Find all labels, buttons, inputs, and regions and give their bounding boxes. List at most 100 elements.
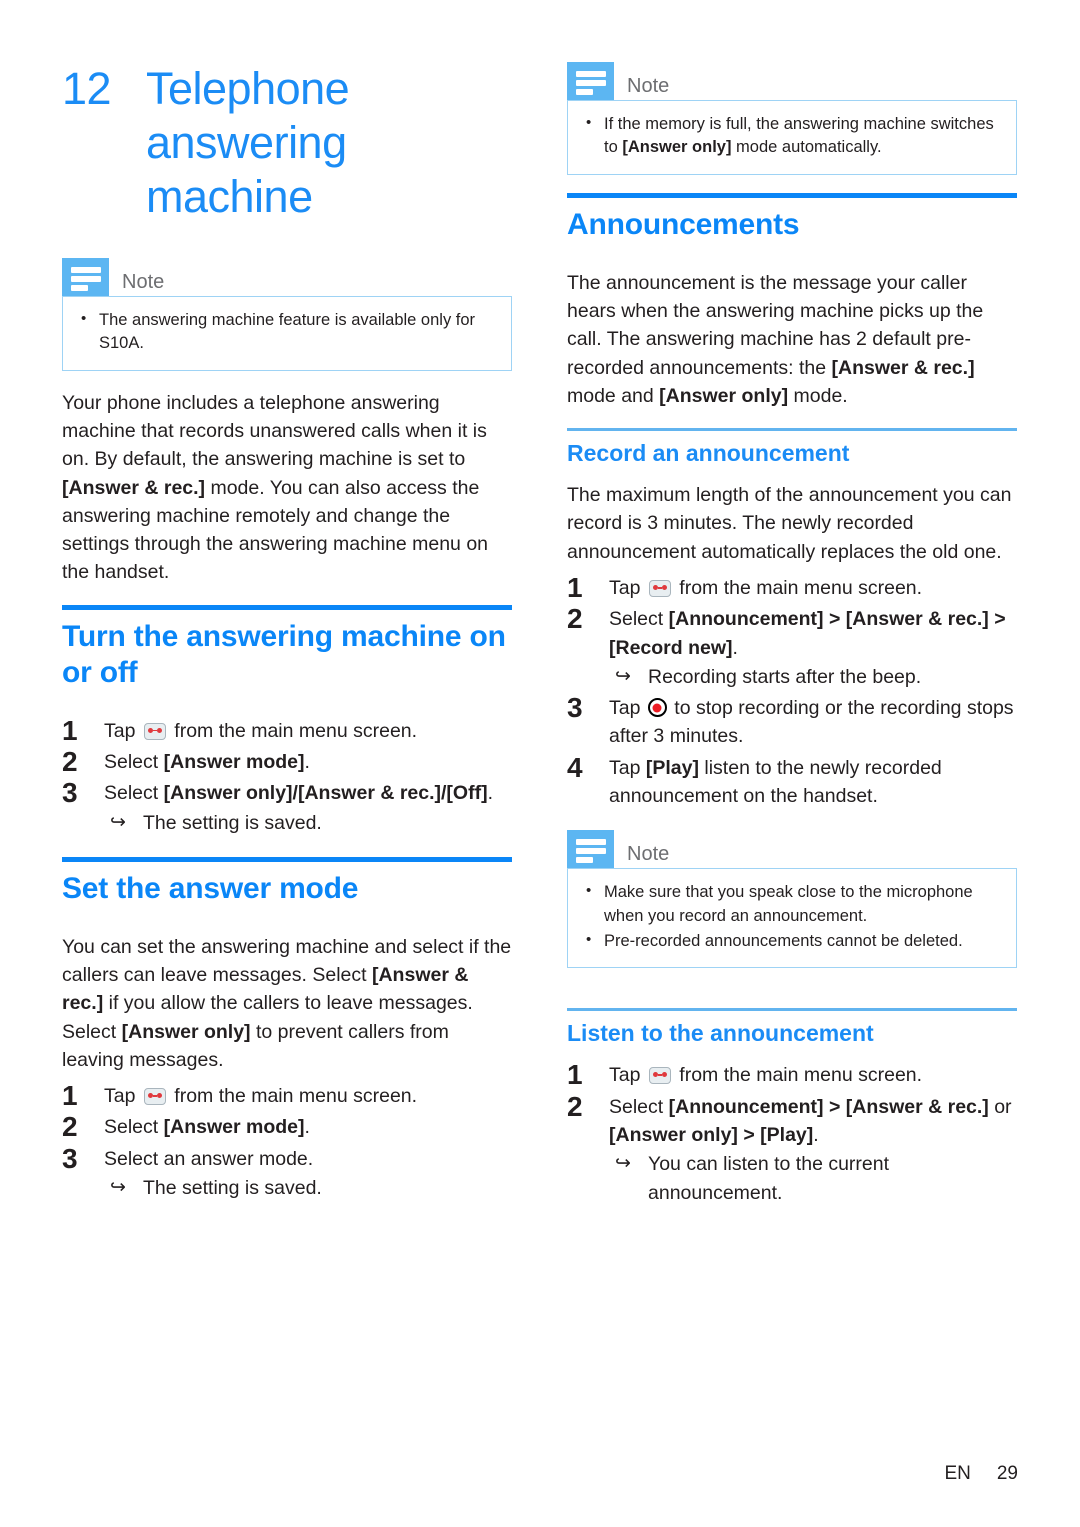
step-item: 3 Select an answer mode. ↪ The setting is… [62, 1142, 512, 1203]
step-substep: ↪ The setting is saved. [104, 1174, 512, 1202]
answering-machine-icon [648, 1067, 671, 1085]
note-body: The answering machine feature is availab… [62, 296, 512, 371]
announcements-bold-2: [Answer only] [659, 384, 789, 407]
intro-text-part1: Your phone includes a telephone answerin… [62, 391, 487, 471]
step-text: Select [Announcement] > [Answer & rec.] … [609, 605, 1017, 691]
announcements-text-part2: mode and [567, 384, 660, 407]
answering-machine-icon [143, 1088, 166, 1106]
announcements-paragraph: The announcement is the message your cal… [567, 269, 1017, 410]
step-number: 1 [62, 714, 78, 746]
step-text-post: from the main menu screen. [168, 1085, 418, 1108]
step-text-mid: or [988, 1095, 1012, 1118]
step-text: Tap from the main menu screen. [104, 1082, 512, 1110]
step-text-pre: Tap [609, 577, 646, 600]
announcements-bold-1: [Answer & rec.] [831, 356, 975, 379]
step-text-post: to stop recording or the recording stops… [609, 697, 1014, 748]
step-text-pre: Select [609, 1095, 669, 1118]
step-text-post: from the main menu screen. [673, 1064, 923, 1087]
step-text-bold: [Play] [645, 756, 699, 779]
step-text-post: . [813, 1123, 819, 1146]
note-body: If the memory is full, the answering mac… [567, 100, 1017, 175]
section-rule [567, 192, 1017, 198]
chapter-number: 12 [62, 63, 112, 114]
step-text-post: . [304, 1116, 310, 1139]
step-item: 2 Select [Answer mode]. [62, 747, 512, 776]
announcements-text-part3: mode. [788, 384, 848, 407]
step-text-pre: Tap [609, 756, 646, 779]
note-icon [567, 830, 614, 869]
answering-machine-icon [143, 722, 166, 740]
step-item: 1 Tap from the main menu screen. [62, 714, 512, 746]
two-column-layout: 12 Telephone answering machine Note The … [0, 62, 1080, 1227]
step-text: Tap to stop recording or the recording s… [609, 694, 1017, 751]
step-text-bold-1: [Announcement] > [Answer & rec.] [668, 1095, 989, 1118]
step-item: 1 Tap from the main menu screen. [62, 1082, 512, 1110]
section-heading-announcements: Announcements [567, 207, 800, 241]
step-text: Select [Answer mode]. [104, 1113, 512, 1141]
steps-record-announcement: 1 Tap from the main menu screen. 2 Selec… [567, 574, 1017, 810]
subsection-rule [567, 428, 1017, 432]
step-item: 2 Select [Answer mode]. [62, 1113, 512, 1141]
intro-bold-answer-rec: [Answer & rec.] [62, 476, 206, 499]
substep-text: You can listen to the current announceme… [648, 1153, 890, 1204]
record-icon [647, 698, 667, 718]
step-text-pre: Select [104, 782, 164, 805]
step-number: 3 [567, 692, 583, 724]
step-text-bold: [Answer only]/[Answer & rec.]/[Off] [163, 782, 488, 805]
note-box-s10a: Note The answering machine feature is av… [62, 258, 512, 371]
steps-set-answer-mode: 1 Tap from the main menu screen. 2 Selec… [62, 1082, 512, 1202]
record-paragraph: The maximum length of the announcement y… [567, 484, 1012, 563]
step-text-post: . [487, 782, 493, 805]
step-item: 3 Select [Answer only]/[Answer & rec.]/[… [62, 779, 512, 837]
footer-language: EN [944, 1463, 971, 1484]
subsection-heading-listen: Listen to the announcement [567, 1020, 874, 1047]
subsection-heading-record: Record an announcement [567, 440, 850, 467]
step-text: Select [Answer only]/[Answer & rec.]/[Of… [104, 779, 512, 837]
step-number: 1 [62, 1080, 78, 1112]
substep-text: The setting is saved. [143, 811, 322, 834]
step-number: 4 [567, 751, 583, 783]
step-number: 3 [62, 1142, 78, 1174]
note-header: Note [62, 258, 512, 296]
step-item: 1 Tap from the main menu screen. [567, 1061, 1017, 1089]
step-text: Select an answer mode. ↪ The setting is s… [104, 1145, 512, 1203]
step-text-pre: Tap [609, 697, 646, 720]
section-heading-turn-on-off: Turn the answering machine on or off [62, 619, 506, 689]
set-mode-bold-2: [Answer only] [121, 1020, 251, 1043]
note-list-item: The answering machine feature is availab… [77, 308, 497, 356]
note-text-bold: [Answer only] [622, 138, 732, 157]
note-list-item: Pre-recorded announcements cannot be del… [582, 929, 1002, 953]
right-column: Note If the memory is full, the answerin… [567, 62, 1017, 1227]
note-text-post: mode automatically. [731, 138, 882, 157]
note-list-item: Make sure that you speak close to the mi… [582, 880, 1002, 928]
arrow-icon: ↪ [110, 1176, 126, 1198]
note-icon [567, 62, 614, 100]
steps-listen-announcement: 1 Tap from the main menu screen. 2 Selec… [567, 1061, 1017, 1206]
arrow-icon: ↪ [615, 665, 631, 687]
step-text-post: . [304, 750, 310, 773]
step-item: 3 Tap to stop recording or the recording… [567, 694, 1017, 751]
step-number: 2 [567, 1090, 583, 1122]
chapter-heading: 12 Telephone answering machine [62, 62, 512, 224]
step-text: Tap from the main menu screen. [609, 1061, 1017, 1089]
step-text: Select [Answer mode]. [104, 748, 512, 776]
step-text-pre: Tap [609, 1064, 646, 1087]
step-text: Tap from the main menu screen. [609, 574, 1017, 602]
subsection-rule [567, 1008, 1017, 1012]
chapter-title: Telephone answering machine [146, 63, 350, 222]
note-body: Make sure that you speak close to the mi… [567, 868, 1017, 969]
step-text-pre: Select [104, 1116, 164, 1139]
note-header: Note [567, 62, 1017, 100]
page-footer: EN 29 [944, 1463, 1018, 1485]
note-header: Note [567, 830, 1017, 869]
note-label: Note [122, 271, 165, 293]
step-text-pre: Tap [104, 719, 141, 742]
step-text-pre: Select an answer mode. [104, 1147, 314, 1170]
step-number: 2 [567, 603, 583, 635]
intro-paragraph: Your phone includes a telephone answerin… [62, 389, 512, 587]
step-text-post: from the main menu screen. [673, 577, 923, 600]
section-rule [62, 856, 512, 862]
manual-page: 12 Telephone answering machine Note The … [0, 0, 1080, 1527]
note-icon [62, 258, 109, 296]
section-heading-set-answer-mode: Set the answer mode [62, 871, 359, 905]
